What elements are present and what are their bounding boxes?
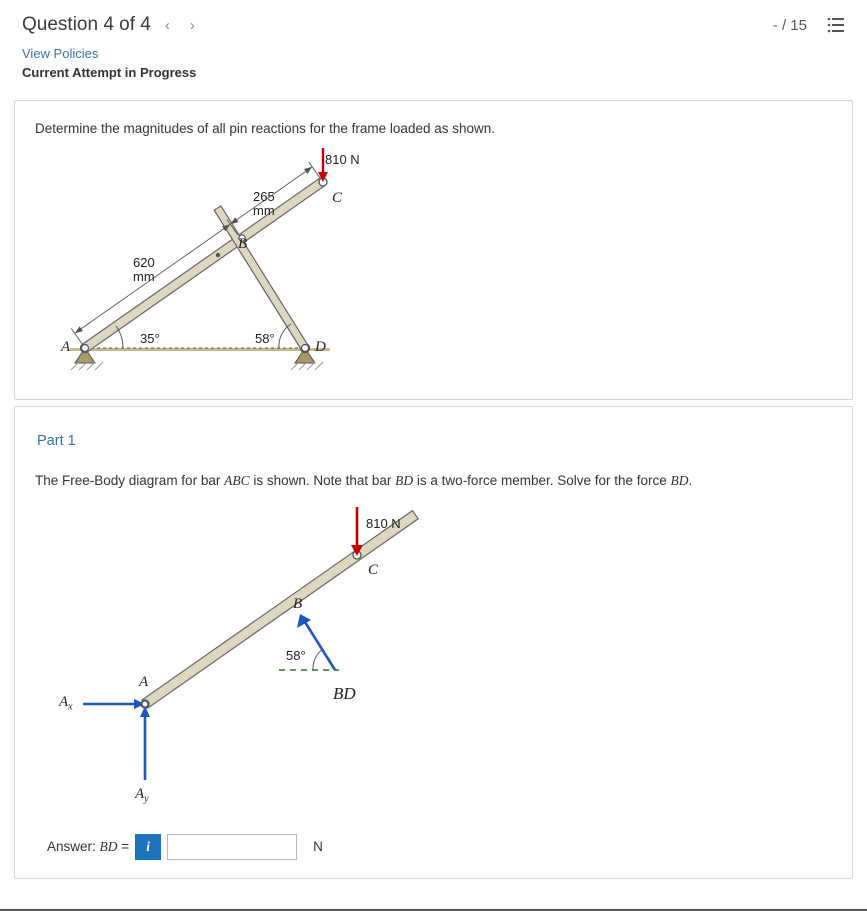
instr-bd2: BD (671, 473, 689, 488)
fbd-Ay-sub: y (144, 793, 148, 804)
problem-statement: Determine the magnitudes of all pin reac… (15, 101, 852, 148)
question-nav: ‹ › (165, 17, 195, 34)
answer-row: Answer: BD = i N (15, 822, 852, 878)
dim-bc-unit: mm (253, 203, 275, 218)
problem-card: Determine the magnitudes of all pin reac… (14, 100, 853, 400)
part1-instruction: The Free-Body diagram for bar ABC is sho… (15, 471, 852, 500)
question-list-icon[interactable] (827, 17, 845, 33)
fbd-BD: BD (333, 684, 356, 704)
next-question-arrow[interactable]: › (190, 17, 195, 34)
header-left-group: Question 4 of 4 ‹ › (22, 14, 195, 36)
load-label: 810 N (325, 152, 360, 167)
dim-ab-unit: mm (133, 269, 155, 284)
view-policies-link[interactable]: View Policies (0, 42, 867, 63)
dim-ab: 620 mm (133, 256, 155, 283)
fbd-svg (45, 504, 445, 814)
score-display: - / 15 (773, 17, 807, 34)
answer-unit: N (313, 839, 323, 854)
question-title: Question 4 of 4 (22, 14, 151, 36)
dim-bc: 265 mm (253, 190, 275, 217)
part1-card: Part 1 The Free-Body diagram for bar ABC… (14, 406, 853, 879)
fbd-pt-A: A (139, 674, 148, 691)
answer-eq: = (118, 839, 130, 854)
fbd-diagram: 810 N C B 58° BD A Ax Ay (45, 504, 842, 814)
pt-D: D (315, 339, 326, 356)
fbd-angle: 58° (286, 648, 306, 663)
fbd-Ax-sym: A (59, 694, 68, 710)
instr-end: . (689, 473, 693, 488)
instr-mid2: is a two-force member. Solve for the for… (413, 473, 670, 488)
frame-diagram: 810 N 265 mm 620 mm 35° 58° A B C D (25, 148, 842, 383)
answer-info-button[interactable]: i (135, 834, 161, 860)
fbd-Ax: Ax (59, 694, 73, 713)
fbd-pt-B: B (293, 596, 302, 613)
fbd-Ay: Ay (135, 786, 149, 805)
fbd-Ay-sym: A (135, 786, 144, 802)
part1-heading: Part 1 (15, 407, 852, 471)
question-header: Question 4 of 4 ‹ › - / 15 (0, 0, 867, 42)
instr-abc: ABC (224, 473, 250, 488)
assessment-page: Question 4 of 4 ‹ › - / 15 View Policies… (0, 0, 867, 911)
fbd-Ax-sub: x (68, 701, 72, 712)
angle-a: 35° (140, 331, 160, 346)
prev-question-arrow[interactable]: ‹ (165, 17, 170, 34)
answer-var: BD (100, 839, 118, 854)
instr-bd: BD (395, 473, 413, 488)
answer-input[interactable] (167, 834, 297, 860)
fbd-load-label: 810 N (366, 516, 401, 531)
angle-d: 58° (255, 331, 275, 346)
answer-label: Answer: BD = (47, 839, 129, 855)
fbd-pt-C: C (368, 562, 378, 579)
instr-pre: The Free-Body diagram for bar (35, 473, 224, 488)
pt-A: A (61, 339, 70, 356)
attempt-status: Current Attempt in Progress (0, 63, 867, 94)
pt-C: C (332, 190, 342, 207)
instr-mid: is shown. Note that bar (250, 473, 396, 488)
answer-pre: Answer: (47, 839, 100, 854)
header-right-group: - / 15 (773, 17, 845, 34)
pt-B: B (238, 236, 247, 253)
